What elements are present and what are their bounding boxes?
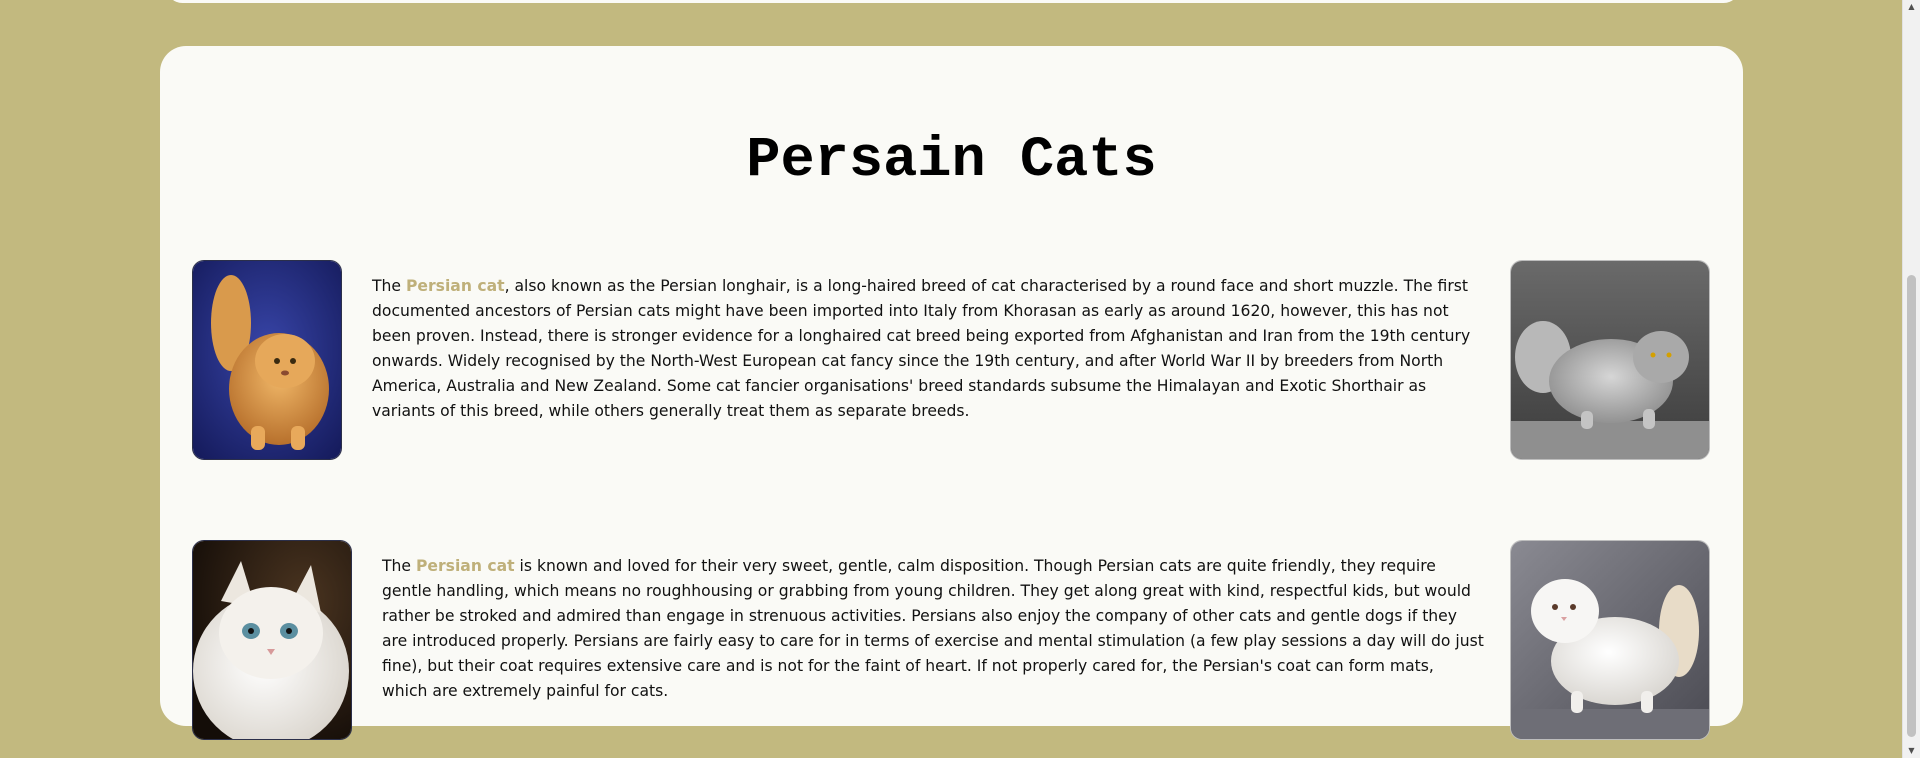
scroll-down-arrow-icon[interactable]: ▼: [1903, 744, 1920, 758]
scrollbar-thumb[interactable]: [1907, 275, 1916, 737]
white-persian-cat-standing-image: [1510, 540, 1710, 740]
persian-temperament-paragraph: The Persian cat is known and loved for t…: [382, 554, 1484, 704]
para-body: is known and loved for their very sweet,…: [382, 557, 1484, 700]
previous-card-edge: [166, 0, 1740, 3]
gray-persian-cat-image: [1510, 260, 1710, 460]
para-prefix: The: [372, 277, 406, 295]
white-persian-cat-portrait-image: [192, 540, 352, 740]
para-prefix: The: [382, 557, 416, 575]
persian-cats-card: Persain Cats The Persian cat, also known…: [160, 46, 1743, 740]
orange-persian-cat-image: [192, 260, 342, 460]
section-row-2: The Persian cat is known and loved for t…: [160, 494, 1743, 740]
page-scrollbar[interactable]: ▲ ▼: [1902, 0, 1920, 758]
para-body: , also known as the Persian longhair, is…: [372, 277, 1471, 420]
scroll-up-arrow-icon[interactable]: ▲: [1903, 0, 1920, 14]
persian-cat-highlight: Persian cat: [405, 277, 505, 295]
persian-cat-highlight: Persian cat: [415, 557, 515, 575]
page-title: Persain Cats: [746, 129, 1157, 193]
persian-intro-paragraph: The Persian cat, also known as the Persi…: [372, 274, 1484, 424]
section-row-1: The Persian cat, also known as the Persi…: [160, 214, 1743, 460]
